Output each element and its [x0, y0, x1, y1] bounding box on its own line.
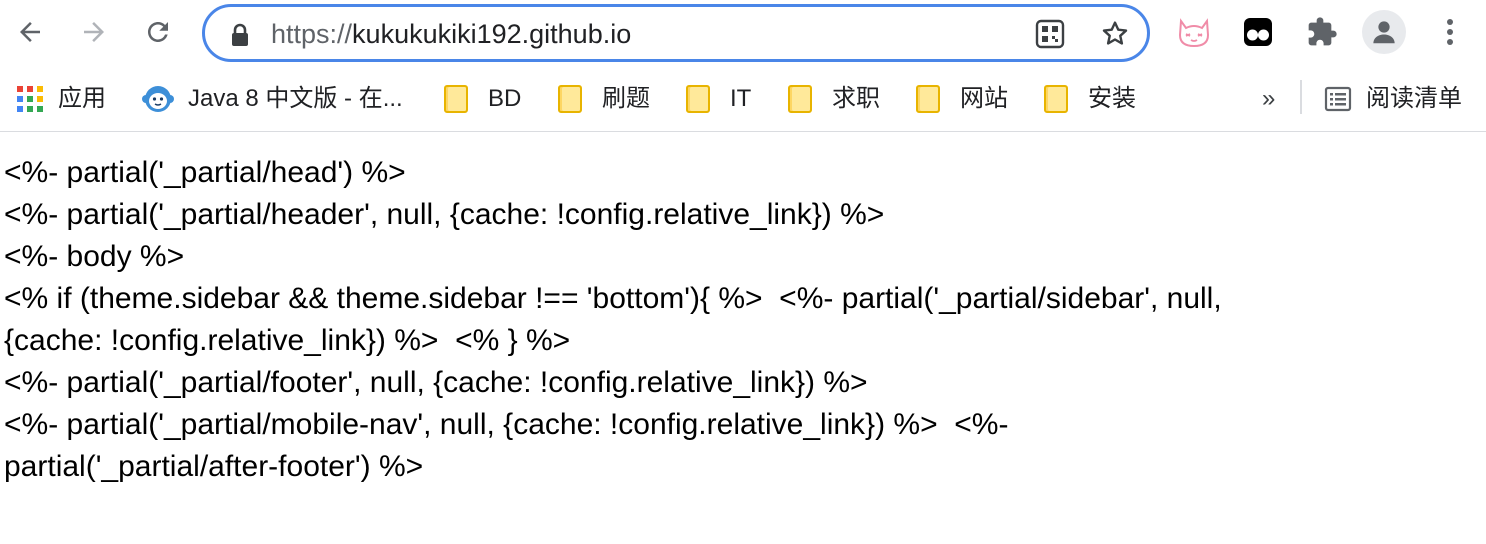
bookmark-label: 应用	[58, 85, 106, 112]
tampermonkey-extension-button[interactable]	[1240, 14, 1276, 50]
menu-button[interactable]	[1432, 14, 1468, 50]
content-line: <%- partial('_partial/footer', null, {ca…	[4, 366, 868, 399]
bookmarks-divider	[1300, 80, 1302, 114]
content-line: <%- body %>	[4, 240, 185, 273]
content-line: <%- partial('_partial/head') %>	[4, 156, 406, 189]
back-button[interactable]	[10, 12, 50, 52]
qr-code-icon[interactable]	[1035, 19, 1065, 49]
content-line: {cache: !config.relative_link}) %> <% } …	[4, 324, 571, 357]
bookmark-apps[interactable]: 应用	[16, 82, 106, 116]
tampermonkey-icon	[1244, 18, 1272, 46]
back-arrow-icon	[20, 22, 40, 42]
lock-icon	[232, 23, 248, 46]
three-dots-vertical-icon	[1447, 19, 1453, 45]
folder-icon	[1044, 85, 1068, 113]
bookmark-folder-it[interactable]: IT	[686, 82, 751, 116]
url-text[interactable]: https://kukukukiki192.github.io	[271, 19, 631, 49]
reading-list-button[interactable]: 阅读清单	[1324, 82, 1462, 116]
puzzle-piece-icon	[1308, 17, 1337, 46]
address-bar[interactable]: https://kukukukiki192.github.io	[202, 4, 1150, 62]
bookmark-folder-shuati[interactable]: 刷题	[558, 82, 650, 116]
folder-icon	[558, 85, 582, 113]
bookmark-label: 求职	[832, 85, 880, 112]
bookmark-label: 网站	[960, 85, 1008, 112]
reload-icon	[148, 22, 168, 42]
content-line: <%- partial('_partial/header', null, {ca…	[4, 198, 885, 231]
bookmark-star-icon[interactable]	[1099, 18, 1131, 50]
bookmark-label: IT	[730, 85, 752, 112]
bookmark-label: 安装	[1088, 85, 1136, 112]
extensions-button[interactable]	[1304, 14, 1340, 50]
url-scheme: https://	[271, 19, 353, 49]
cat-face-icon	[1178, 18, 1210, 48]
apps-grid-icon	[17, 86, 43, 112]
cat-extension-button[interactable]	[1176, 14, 1212, 50]
forward-arrow-icon	[84, 22, 104, 42]
double-chevron-right-icon: »	[1262, 85, 1276, 112]
page-content: <%- partial('_partial/head') %> <%- part…	[0, 152, 1486, 488]
content-line: partial('_partial/after-footer') %>	[4, 450, 424, 483]
bookmark-folder-bd[interactable]: BD	[444, 82, 521, 116]
content-line: <%- partial('_partial/mobile-nav', null,…	[4, 408, 1009, 441]
bookmark-folder-wangzhan[interactable]: 网站	[916, 82, 1008, 116]
bookmarks-bar: 应用 Java 8 中文版 - 在... BD 刷题 IT 求职 网站 安装 »…	[0, 68, 1486, 132]
bookmark-folder-qiuzhi[interactable]: 求职	[788, 82, 880, 116]
url-host: kukukukiki192.github.io	[352, 19, 632, 49]
bookmark-folder-anzhuang[interactable]: 安装	[1044, 82, 1136, 116]
reading-list-label: 阅读清单	[1366, 85, 1462, 112]
profile-button[interactable]	[1362, 10, 1406, 54]
folder-icon	[686, 85, 710, 113]
folder-icon	[444, 85, 468, 113]
bookmarks-overflow-button[interactable]: »	[1262, 82, 1275, 116]
browser-toolbar: https://kukukukiki192.github.io	[0, 0, 1486, 68]
reading-list-icon	[1324, 86, 1352, 112]
folder-icon	[916, 85, 940, 113]
reload-button[interactable]	[138, 12, 178, 52]
bookmark-label: 刷题	[602, 85, 650, 112]
forward-button[interactable]	[74, 12, 114, 52]
monkey-icon	[142, 86, 174, 112]
bookmark-java8[interactable]: Java 8 中文版 - 在...	[142, 82, 403, 116]
bookmark-label: BD	[488, 85, 522, 112]
bookmark-label: Java 8 中文版 - 在...	[188, 85, 403, 112]
person-icon	[1373, 21, 1395, 44]
content-line: <% if (theme.sidebar && theme.sidebar !=…	[4, 282, 1222, 315]
folder-icon	[788, 85, 812, 113]
